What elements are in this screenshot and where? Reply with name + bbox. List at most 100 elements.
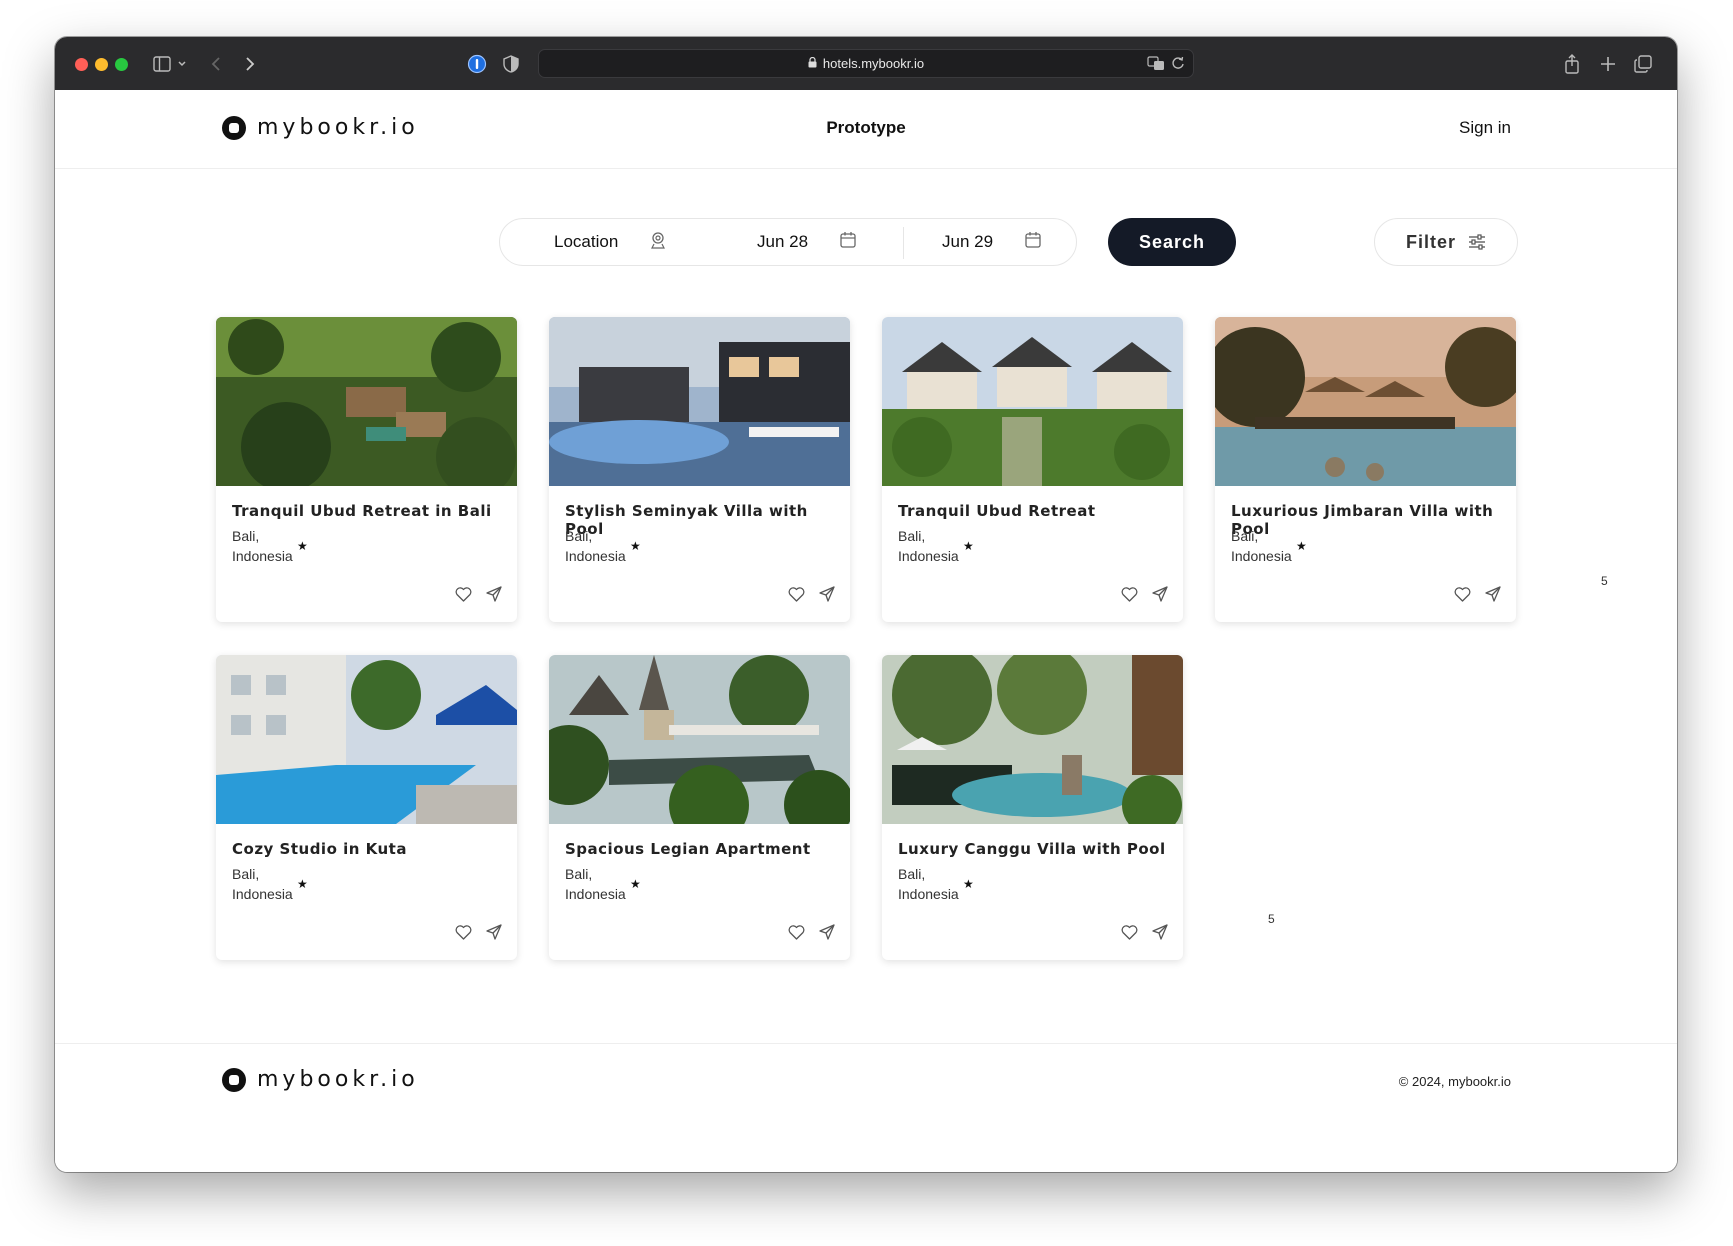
filter-label: Filter — [1405, 231, 1456, 252]
listing-photo[interactable] — [882, 655, 1183, 824]
listing-region: Bali, — [232, 528, 260, 544]
listing-photo[interactable] — [549, 317, 850, 486]
listing-photo[interactable] — [882, 317, 1183, 486]
search-button[interactable]: Search — [1108, 218, 1236, 266]
listing-photo[interactable] — [216, 655, 517, 824]
forward-icon[interactable] — [237, 51, 263, 77]
new-tab-icon[interactable] — [1595, 51, 1621, 77]
listing-actions — [787, 585, 836, 603]
listing-location: Bali, Indonesia — [565, 526, 627, 566]
nav-prototype-link[interactable]: Prototype — [826, 118, 905, 137]
privacy-shield-icon[interactable] — [498, 51, 524, 77]
check-in-date: Jun 28 — [757, 232, 809, 251]
logo-icon — [222, 1067, 246, 1092]
listing-photo[interactable] — [549, 655, 850, 824]
listing-location: Bali, Indonesia — [898, 526, 960, 566]
listing-country: Indonesia — [898, 886, 959, 902]
page-content: mybookr.io Prototype Sign in Location Ju… — [55, 90, 1677, 1172]
heart-icon[interactable] — [1120, 923, 1138, 941]
share-send-icon[interactable] — [818, 923, 836, 941]
check-out-date: Jun 29 — [942, 232, 994, 251]
footer-logo[interactable]: mybookr.io — [222, 1067, 419, 1092]
listing-region: Bali, — [565, 866, 593, 882]
listing-region: Bali, — [232, 866, 260, 882]
listing-card[interactable]: Tranquil Ubud Retreat in Bali Bali, Indone… — [216, 317, 517, 622]
listing-card[interactable]: Luxury Canggu Villa with Pool Bali, Indone… — [882, 655, 1183, 960]
star-icon: ★ — [963, 539, 974, 553]
listing-title[interactable]: Spacious Legian Apartment — [565, 840, 811, 858]
listing-title[interactable]: Tranquil Ubud Retreat — [898, 502, 1096, 520]
listing-country: Indonesia — [232, 548, 293, 564]
translate-icon[interactable] — [1147, 55, 1165, 74]
logo-text: mybookr.io — [257, 115, 419, 140]
listing-country: Indonesia — [565, 886, 626, 902]
site-header: mybookr.io Prototype Sign in — [55, 90, 1677, 169]
listing-card[interactable]: Cozy Studio in Kuta Bali, Indonesia ★ — [216, 655, 517, 960]
tab-overview-icon[interactable] — [1630, 51, 1656, 77]
star-icon: ★ — [630, 539, 641, 553]
share-send-icon[interactable] — [1151, 585, 1169, 603]
chevron-down-icon[interactable] — [169, 51, 195, 77]
star-icon: ★ — [1296, 539, 1307, 553]
star-icon: ★ — [297, 539, 308, 553]
sign-in-link[interactable]: Sign in — [1459, 118, 1511, 138]
listing-region: Bali, — [1231, 528, 1259, 544]
share-send-icon[interactable] — [1484, 585, 1502, 603]
minimize-window-button[interactable] — [95, 58, 108, 71]
listing-card[interactable]: Tranquil Ubud Retreat Bali, Indonesia ★ — [882, 317, 1183, 622]
listing-region: Bali, — [565, 528, 593, 544]
back-icon[interactable] — [203, 51, 229, 77]
listing-actions — [787, 923, 836, 941]
location-label: Location — [554, 232, 619, 251]
search-bar: Location Jun 28 Jun 29 — [499, 218, 1077, 266]
url-text: hotels.mybookr.io — [822, 56, 925, 71]
listing-card[interactable]: Stylish Seminyak Villa with Pool Bali, Ind… — [549, 317, 850, 622]
share-send-icon[interactable] — [818, 585, 836, 603]
heart-icon[interactable] — [787, 923, 805, 941]
close-window-button[interactable] — [75, 58, 88, 71]
heart-icon[interactable] — [454, 585, 472, 603]
listing-title[interactable]: Cozy Studio in Kuta — [232, 840, 407, 858]
address-bar[interactable]: hotels.mybookr.io — [538, 49, 1194, 78]
heart-icon[interactable] — [1120, 585, 1138, 603]
logo-text: mybookr.io — [257, 1067, 419, 1092]
listing-photo[interactable] — [216, 317, 517, 486]
heart-icon[interactable] — [1453, 585, 1471, 603]
listing-location: Bali, Indonesia — [898, 864, 960, 904]
calendar-icon — [1025, 231, 1041, 253]
zoom-window-button[interactable] — [115, 58, 128, 71]
browser-titlebar: hotels.mybookr.io — [55, 37, 1677, 90]
lock-icon — [808, 56, 817, 71]
stray-label: 5 — [1601, 574, 1608, 588]
password-manager-icon[interactable] — [464, 51, 490, 77]
site-logo[interactable]: mybookr.io — [222, 115, 419, 140]
listing-actions — [1453, 585, 1502, 603]
listing-location: Bali, Indonesia — [232, 864, 294, 904]
heart-icon[interactable] — [787, 585, 805, 603]
share-send-icon[interactable] — [1151, 923, 1169, 941]
share-send-icon[interactable] — [485, 923, 503, 941]
star-icon: ★ — [297, 877, 308, 891]
listing-photo[interactable] — [1215, 317, 1516, 486]
listing-card[interactable]: Spacious Legian Apartment Bali, Indonesia ★ — [549, 655, 850, 960]
star-icon: ★ — [630, 877, 641, 891]
share-icon[interactable] — [1559, 51, 1585, 77]
listing-title[interactable]: Tranquil Ubud Retreat in Bali — [232, 502, 492, 520]
location-field[interactable]: Location — [554, 219, 666, 265]
check-in-field[interactable]: Jun 28 — [757, 219, 856, 265]
reload-icon[interactable] — [1171, 55, 1185, 74]
site-footer: mybookr.io © 2024, mybookr.io — [55, 1043, 1677, 1172]
check-out-field[interactable]: Jun 29 — [942, 219, 1041, 265]
listing-region: Bali, — [898, 866, 926, 882]
listing-card[interactable]: Luxurious Jimbaran Villa with Pool Bali, I… — [1215, 317, 1516, 622]
filter-button[interactable]: Filter — [1374, 218, 1518, 266]
listing-country: Indonesia — [1231, 548, 1292, 564]
listing-title[interactable]: Luxury Canggu Villa with Pool — [898, 840, 1166, 858]
listing-country: Indonesia — [898, 548, 959, 564]
share-send-icon[interactable] — [485, 585, 503, 603]
copyright-text: © 2024, mybookr.io — [1398, 1074, 1511, 1089]
location-pin-icon — [650, 231, 666, 254]
logo-icon — [222, 115, 246, 140]
heart-icon[interactable] — [454, 923, 472, 941]
listing-actions — [1120, 923, 1169, 941]
